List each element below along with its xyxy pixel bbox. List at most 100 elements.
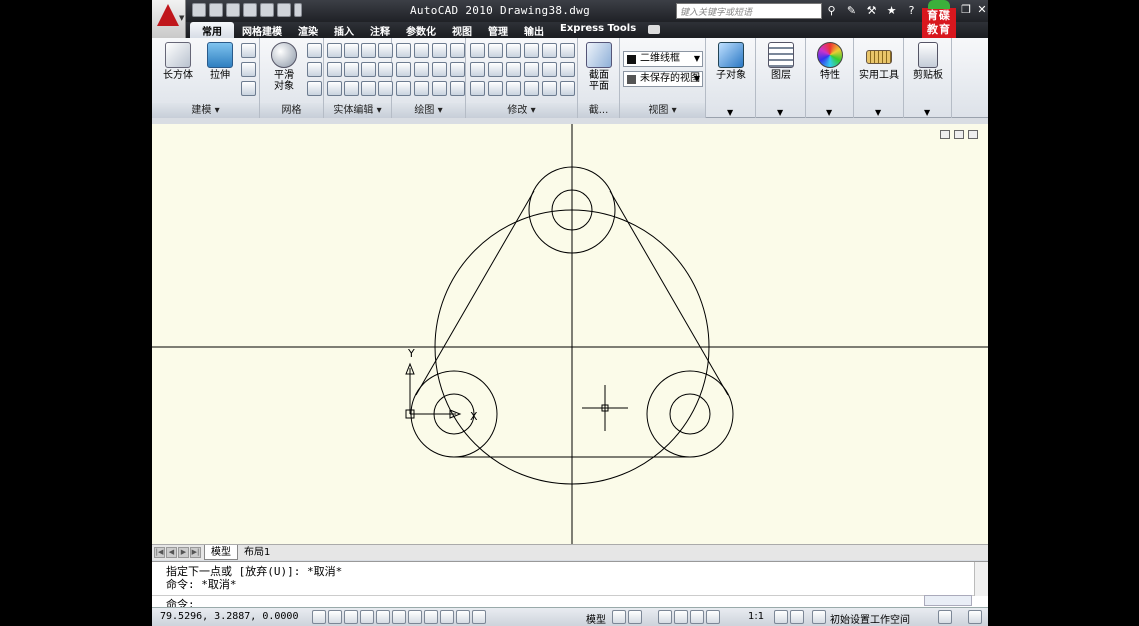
line-icon[interactable] bbox=[414, 62, 429, 77]
mirror-icon[interactable] bbox=[488, 81, 503, 96]
help-search-input[interactable]: 键入关键字或短语 bbox=[676, 3, 822, 19]
utilities-button[interactable]: 实用工具 bbox=[859, 42, 899, 81]
auto-scale-icon[interactable] bbox=[790, 610, 804, 624]
polygon-icon[interactable] bbox=[396, 81, 411, 96]
pan-icon[interactable] bbox=[658, 610, 672, 624]
rotate-icon[interactable] bbox=[506, 62, 521, 77]
quick-properties-icon[interactable] bbox=[472, 610, 486, 624]
tab-mesh-modeling[interactable]: 网格建模 bbox=[234, 22, 290, 38]
dynamic-ucs-icon[interactable] bbox=[424, 610, 438, 624]
shell-icon[interactable] bbox=[378, 81, 393, 96]
panel-mesh-label[interactable]: 网格 bbox=[260, 103, 323, 118]
new-file-icon[interactable] bbox=[192, 3, 206, 17]
lineweight-icon[interactable] bbox=[456, 610, 470, 624]
panel-section-label[interactable]: 截... bbox=[578, 103, 619, 118]
panel-modeling-label[interactable]: 建模 ▾ bbox=[152, 103, 259, 118]
explode-icon[interactable] bbox=[560, 81, 575, 96]
scale-icon[interactable] bbox=[524, 62, 539, 77]
viewport-restore-icon[interactable] bbox=[954, 130, 964, 139]
slice-icon[interactable] bbox=[344, 62, 359, 77]
grid-display-icon[interactable] bbox=[328, 610, 342, 624]
viewport-minimize-icon[interactable] bbox=[940, 130, 950, 139]
properties-button[interactable]: 特性 bbox=[810, 42, 850, 81]
last-layout-icon[interactable]: ▶| bbox=[190, 547, 201, 558]
chevron-down-icon[interactable]: ▼ bbox=[727, 108, 733, 117]
erase-icon[interactable] bbox=[542, 81, 557, 96]
command-horizontal-scrollbar[interactable] bbox=[924, 595, 972, 606]
box-button[interactable]: 长方体 bbox=[158, 42, 198, 81]
3d-object-snap-icon[interactable] bbox=[392, 610, 406, 624]
tab-parametric[interactable]: 参数化 bbox=[398, 22, 444, 38]
polysolid-icon[interactable] bbox=[241, 81, 256, 96]
extend-icon[interactable] bbox=[560, 43, 575, 58]
clipboard-button[interactable]: 剪贴板 bbox=[908, 42, 948, 81]
union-icon[interactable] bbox=[327, 43, 342, 58]
move-icon[interactable] bbox=[506, 43, 521, 58]
smooth-more-icon[interactable] bbox=[307, 43, 322, 58]
section-plane-button[interactable]: 截面 平面 bbox=[579, 42, 619, 92]
tab-home[interactable]: 常用 bbox=[190, 22, 234, 38]
imprint-icon[interactable] bbox=[361, 62, 376, 77]
redo-icon[interactable] bbox=[260, 3, 274, 17]
tab-render[interactable]: 渲染 bbox=[290, 22, 326, 38]
subtract-icon[interactable] bbox=[327, 62, 342, 77]
clean-screen-icon[interactable] bbox=[968, 610, 982, 624]
first-layout-icon[interactable]: |◀ bbox=[154, 547, 165, 558]
presspull-icon[interactable] bbox=[241, 62, 256, 77]
application-menu-button[interactable]: ▼ bbox=[152, 0, 186, 38]
tab-express-tools[interactable]: Express Tools bbox=[552, 22, 644, 38]
array-icon[interactable] bbox=[470, 81, 485, 96]
fillet-icon[interactable] bbox=[542, 62, 557, 77]
extrude-faces-icon[interactable] bbox=[361, 43, 376, 58]
tab-manage[interactable]: 管理 bbox=[480, 22, 516, 38]
steeringwheels-icon[interactable] bbox=[690, 610, 704, 624]
separate-icon[interactable] bbox=[378, 43, 393, 58]
quick-view-layouts-icon[interactable] bbox=[612, 610, 626, 624]
panel-modify-label[interactable]: 修改 ▾ bbox=[466, 103, 577, 118]
toolbar-lock-icon[interactable] bbox=[938, 610, 952, 624]
smooth-object-button[interactable]: 平滑 对象 bbox=[264, 42, 304, 92]
subobject-button[interactable]: 子对象 bbox=[711, 42, 751, 81]
print-icon[interactable] bbox=[277, 3, 291, 17]
ribbon-minimize-icon[interactable] bbox=[648, 25, 660, 34]
object-snap-tracking-icon[interactable] bbox=[408, 610, 422, 624]
panel-draw-label[interactable]: 绘图 ▾ bbox=[392, 103, 465, 118]
dynamic-input-icon[interactable] bbox=[440, 610, 454, 624]
help-icon[interactable]: ? bbox=[904, 3, 919, 18]
revolve-icon[interactable] bbox=[241, 43, 256, 58]
intersect-icon[interactable] bbox=[327, 81, 342, 96]
annotation-visibility-icon[interactable] bbox=[774, 610, 788, 624]
tab-view[interactable]: 视图 bbox=[444, 22, 480, 38]
model-space-label[interactable]: 模型 bbox=[586, 611, 606, 626]
next-layout-icon[interactable]: ▶ bbox=[178, 547, 189, 558]
ortho-mode-icon[interactable] bbox=[344, 610, 358, 624]
rectangle-icon[interactable] bbox=[414, 81, 429, 96]
smooth-less-icon[interactable] bbox=[307, 62, 322, 77]
tab-insert[interactable]: 插入 bbox=[326, 22, 362, 38]
3d-polyline-icon[interactable] bbox=[414, 43, 429, 58]
drawing-canvas[interactable]: Y X bbox=[152, 124, 988, 544]
3d-array-icon[interactable] bbox=[488, 62, 503, 77]
workspace-switch-icon[interactable] bbox=[812, 610, 826, 624]
trim-icon[interactable] bbox=[542, 43, 557, 58]
undo-icon[interactable] bbox=[243, 3, 257, 17]
close-icon[interactable]: ✕ bbox=[976, 3, 988, 17]
visual-style-select[interactable]: 二维线框 ▼ bbox=[623, 51, 703, 67]
save-icon[interactable] bbox=[226, 3, 240, 17]
chevron-down-icon[interactable]: ▼ bbox=[777, 108, 783, 117]
thicken-icon[interactable] bbox=[344, 81, 359, 96]
panel-view-label[interactable]: 视图 ▾ bbox=[620, 103, 705, 118]
layers-button[interactable]: 图层 bbox=[761, 42, 801, 81]
tab-model[interactable]: 模型 bbox=[204, 545, 238, 560]
tab-output[interactable]: 输出 bbox=[516, 22, 552, 38]
stretch-icon[interactable] bbox=[524, 81, 539, 96]
star-icon[interactable]: ★ bbox=[884, 3, 899, 18]
copy-icon[interactable] bbox=[524, 43, 539, 58]
hatch-icon[interactable] bbox=[450, 62, 465, 77]
polyline-icon[interactable] bbox=[396, 43, 411, 58]
tab-layout1[interactable]: 布局1 bbox=[238, 545, 276, 560]
point-icon[interactable] bbox=[450, 81, 465, 96]
taper-faces-icon[interactable] bbox=[361, 81, 376, 96]
offset-icon[interactable] bbox=[506, 81, 521, 96]
qat-dropdown-icon[interactable] bbox=[294, 3, 302, 17]
